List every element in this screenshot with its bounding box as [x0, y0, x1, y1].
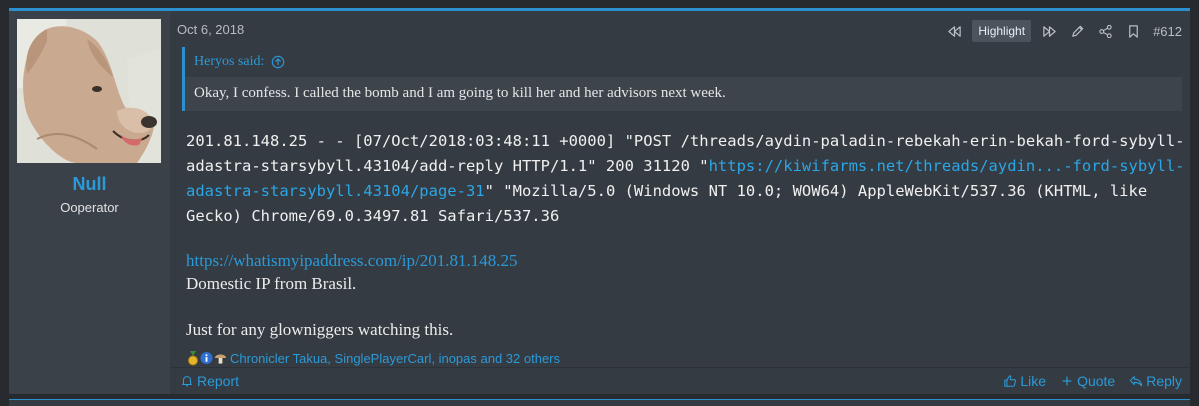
log-line: 201.81.148.25 - - [07/Oct/2018:03:48:11 … [186, 129, 1186, 229]
quote-label: Quote [1077, 373, 1116, 389]
quote-button[interactable]: Quote [1060, 373, 1115, 389]
user-cell: Null Ooperator [9, 11, 170, 394]
rewind-icon [948, 25, 961, 37]
plus-icon [1062, 376, 1072, 386]
quote-header[interactable]: Heryos said: [185, 47, 1182, 77]
report-button[interactable]: Report [180, 373, 239, 389]
ip-lookup-link[interactable]: https://whatismyipaddress.com/ip/201.81.… [186, 251, 517, 270]
fast-forward-icon [1042, 25, 1056, 37]
previous-highlight-button[interactable] [940, 20, 968, 42]
body-line-2: Just for any glowniggers watching this. [186, 320, 454, 339]
arrow-up-circle-icon[interactable] [271, 55, 285, 69]
user-title: Ooperator [60, 200, 119, 215]
bell-icon [182, 376, 192, 387]
post-container: Null Ooperator Oct 6, 2018 Highlight #61… [9, 8, 1190, 394]
reply-label: Reply [1146, 373, 1182, 389]
quote-author[interactable]: Heryos said: [194, 54, 264, 70]
bookmark-icon [1128, 24, 1138, 38]
quote-text: Okay, I confess. I called the bomb and I… [194, 85, 726, 101]
next-highlight-button[interactable] [1035, 20, 1063, 42]
thumbs-up-icon [1004, 375, 1017, 387]
post-footer: Report Like Quote Reply [170, 367, 1190, 394]
reaction-users[interactable]: Chronicler Takua, SinglePlayerCarl, inop… [230, 351, 560, 366]
quote-block: Heryos said: Okay, I confess. I called t… [182, 47, 1182, 111]
mushroom-icon [214, 351, 227, 366]
share-button[interactable] [1091, 20, 1119, 42]
bookmark-button[interactable] [1119, 20, 1147, 42]
reply-arrow-icon [1129, 376, 1143, 387]
post-number-link[interactable]: #612 [1147, 24, 1182, 39]
post-body: https://whatismyipaddress.com/ip/201.81.… [186, 249, 1186, 341]
like-label: Like [1020, 373, 1047, 389]
winner-icon [186, 350, 199, 366]
username[interactable]: Null [9, 174, 170, 195]
avatar[interactable] [17, 19, 161, 163]
dog-avatar-image [17, 19, 161, 163]
reply-button[interactable]: Reply [1129, 373, 1182, 389]
message-toolbar: Highlight #612 [940, 19, 1182, 43]
body-line-1: Domestic IP from Brasil. [186, 274, 357, 293]
report-label: Report [197, 373, 240, 389]
edit-button[interactable] [1063, 20, 1091, 42]
like-button[interactable]: Like [1003, 373, 1046, 389]
reactions-bar[interactable]: Chronicler Takua, SinglePlayerCarl, inop… [186, 348, 560, 368]
highlight-button[interactable]: Highlight [972, 20, 1032, 42]
pencil-icon [1071, 25, 1083, 37]
informative-icon [200, 351, 213, 366]
post-date[interactable]: Oct 6, 2018 [177, 22, 244, 37]
share-icon [1098, 24, 1112, 38]
